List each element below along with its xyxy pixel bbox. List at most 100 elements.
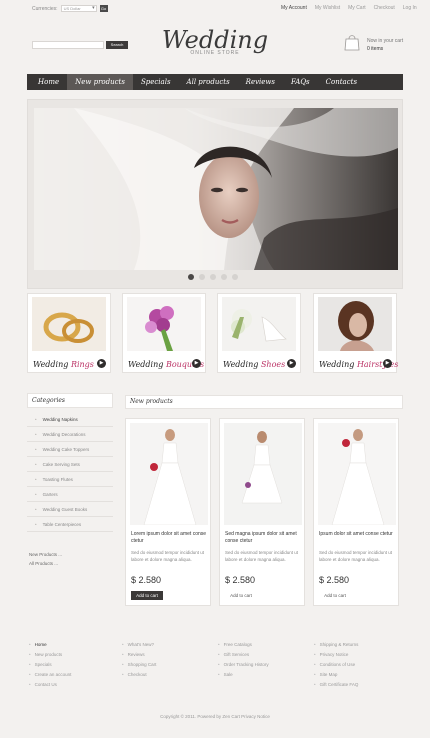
category-card-bouquets[interactable]: Wedding Bouquets ▶ [122, 293, 206, 373]
category-link[interactable]: Garters [27, 487, 113, 502]
hairstyles-image [318, 297, 392, 351]
footer-link[interactable]: Order Tracking History [218, 660, 269, 670]
footer: Home New products Specials Create an acc… [0, 628, 430, 738]
checkout-link[interactable]: Checkout [374, 5, 395, 11]
arrow-right-icon[interactable]: ▶ [287, 359, 296, 368]
search-button[interactable]: Search [106, 41, 128, 49]
category-link[interactable]: Cake Serving Sets [27, 457, 113, 472]
nav-all-products[interactable]: All products [179, 74, 238, 90]
category-title: Wedding [128, 360, 164, 369]
category-title: Wedding [33, 360, 69, 369]
category-card-shoes[interactable]: Wedding Shoes ▶ [217, 293, 301, 373]
cart-widget[interactable]: Now in your cart 0 items [343, 30, 413, 56]
bouquets-image [127, 297, 201, 351]
footer-link[interactable]: Reviews [122, 650, 156, 660]
product-name[interactable]: Ipsum dolor sit amet conse ctetur [319, 531, 395, 538]
product-card: Sed magna ipsum dolor sit amet conse cte… [219, 418, 305, 606]
currency-dropdown[interactable]: US Dollar [60, 5, 97, 12]
sidebar-extra-links: New Products ... All Products ... [29, 550, 62, 568]
main-nav: Home New products Specials All products … [27, 74, 403, 90]
my-account-link[interactable]: My Account [281, 5, 307, 11]
slider-dot[interactable] [188, 274, 194, 280]
my-wishlist-link[interactable]: My Wishlist [315, 5, 340, 11]
slider-dot[interactable] [210, 274, 216, 280]
product-name[interactable]: Sed magna ipsum dolor sit amet conse cte… [225, 531, 301, 545]
add-to-cart-button[interactable]: Add to cart [319, 591, 351, 600]
product-image[interactable] [130, 423, 208, 525]
add-to-cart-button[interactable]: Add to cart [131, 591, 163, 600]
footer-link[interactable]: Gift Certificate FAQ [314, 680, 359, 690]
shoes-image [222, 297, 296, 351]
slider-dot[interactable] [221, 274, 227, 280]
currency-selector: Currencies: US Dollar Go [32, 5, 108, 12]
category-link[interactable]: Wedding Napkins [27, 412, 113, 427]
footer-link[interactable]: What's New? [122, 640, 156, 650]
hero-slide-image[interactable] [34, 108, 398, 270]
category-link[interactable]: Wedding Guest Books [27, 502, 113, 517]
footer-link[interactable]: Specials [29, 660, 71, 670]
nav-contacts[interactable]: Contacts [318, 74, 365, 90]
category-link[interactable]: Table Centerpieces [27, 517, 113, 532]
product-description: Sed do eiusmod tempor incididunt ut labo… [319, 550, 393, 562]
footer-link[interactable]: Home [29, 640, 71, 650]
nav-reviews[interactable]: Reviews [238, 74, 283, 90]
category-title: Wedding [319, 360, 355, 369]
product-price: $ 2.580 [131, 575, 162, 585]
add-to-cart-button[interactable]: Add to cart [225, 591, 257, 600]
nav-home[interactable]: Home [30, 74, 67, 90]
footer-link[interactable]: Site Map [314, 670, 358, 680]
top-bar: Currencies: US Dollar Go My Account My W… [0, 0, 430, 18]
arrow-right-icon[interactable]: ▶ [97, 359, 106, 368]
footer-link[interactable]: Privacy Notice [314, 650, 358, 660]
product-image[interactable] [318, 423, 396, 525]
footer-link[interactable]: Sale [218, 670, 269, 680]
slider-dot[interactable] [199, 274, 205, 280]
arrow-right-icon[interactable]: ▶ [192, 359, 201, 368]
footer-column: Shipping & Returns Privacy Notice Condit… [314, 640, 359, 690]
arrow-right-icon[interactable]: ▶ [383, 359, 392, 368]
cart-label: Now in your cart [367, 38, 404, 44]
login-link[interactable]: Log In [403, 5, 417, 11]
hero-slider [27, 99, 403, 289]
store-logo[interactable]: Wedding ONLINE STORE [160, 26, 270, 68]
footer-link[interactable]: Free Catalogs [218, 640, 269, 650]
search-input[interactable] [32, 41, 104, 49]
nav-faqs[interactable]: FAQs [283, 74, 318, 90]
footer-column: Free Catalogs Gift Services Order Tracki… [218, 640, 269, 680]
footer-link[interactable]: Create an account [29, 670, 72, 680]
copyright: Copyright © 2011. Powered by Zen Cart Pr… [160, 714, 270, 719]
all-products-link[interactable]: All Products ... [29, 559, 62, 568]
shopping-bag-icon [344, 35, 360, 51]
category-link[interactable]: Wedding Cake Toppers [27, 442, 113, 457]
category-link[interactable]: Toasting Flutes [27, 472, 113, 487]
footer-link[interactable]: Shipping & Returns [314, 640, 359, 650]
new-products-heading: New products [125, 395, 403, 409]
footer-column: Home New products Specials Create an acc… [29, 640, 72, 690]
product-image[interactable] [224, 423, 302, 525]
footer-link[interactable]: Shopping Cart [122, 660, 157, 670]
product-price: $ 2.580 [319, 575, 350, 585]
currency-go-button[interactable]: Go [99, 5, 108, 12]
product-name[interactable]: Lorem ipsum dolor sit amet conse ctetur [131, 531, 207, 545]
my-cart-link[interactable]: My Cart [348, 5, 366, 11]
rings-image [32, 297, 106, 351]
product-card: Ipsum dolor sit amet conse ctetur Sed do… [313, 418, 399, 606]
slider-dot[interactable] [232, 274, 238, 280]
nav-specials[interactable]: Specials [133, 74, 179, 90]
cart-count: 0 items [367, 46, 384, 52]
product-description: Sed do eiusmod tempor incididunt ut labo… [131, 550, 205, 562]
product-price: $ 2.580 [225, 575, 256, 585]
footer-link[interactable]: Checkout [122, 670, 156, 680]
categories-heading: Categories [27, 393, 113, 408]
product-card: Lorem ipsum dolor sit amet conse ctetur … [125, 418, 211, 606]
new-products-link[interactable]: New Products ... [29, 550, 62, 559]
category-card-rings[interactable]: Wedding Rings ▶ [27, 293, 111, 373]
footer-link[interactable]: Conditions of Use [314, 660, 358, 670]
category-card-hairstyles[interactable]: Wedding Hairstyles ▶ [313, 293, 398, 373]
category-link[interactable]: Wedding Decorations [27, 427, 113, 442]
footer-link[interactable]: Gift Services [218, 650, 269, 660]
footer-link[interactable]: New products [29, 650, 71, 660]
nav-new-products[interactable]: New products [67, 74, 133, 90]
footer-link[interactable]: Contact Us [29, 680, 71, 690]
slider-dots [188, 274, 238, 280]
